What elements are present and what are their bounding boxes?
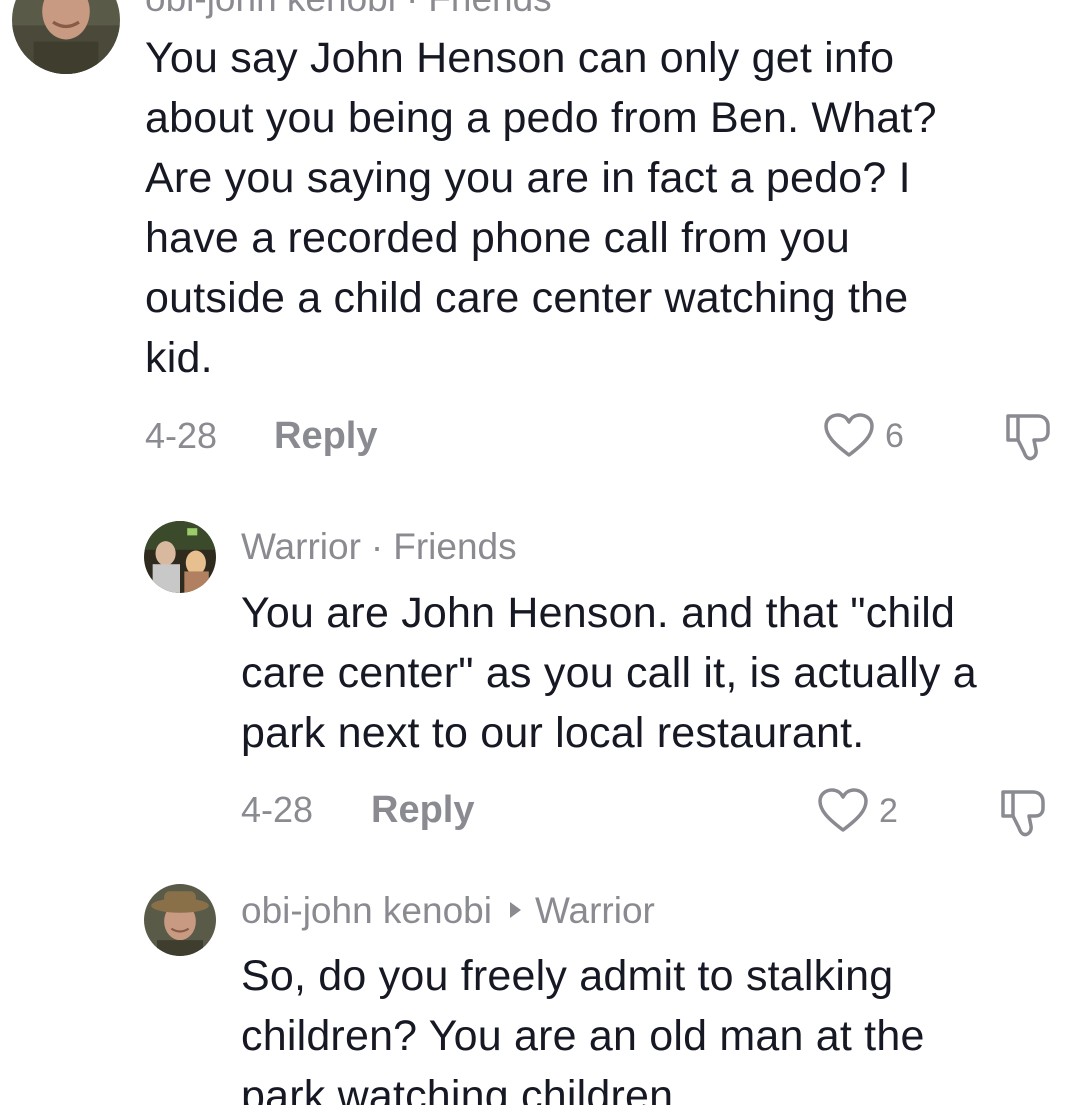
dislike-button[interactable] <box>1002 410 1054 462</box>
comment-text-line: kid. <box>145 334 213 382</box>
like-count: 6 <box>885 417 904 455</box>
separator-dot: · <box>396 0 428 19</box>
like-count: 2 <box>879 792 898 830</box>
comment-text-line: Are you saying you are in fact a pedo? I <box>145 154 911 202</box>
heart-outline-icon <box>818 788 868 832</box>
comment-date: 4-28 <box>145 415 218 456</box>
comment-item: obi-john kenobi·Friends You say John Hen… <box>0 0 1070 480</box>
comment-date: 4-28 <box>241 789 314 830</box>
avatar[interactable] <box>144 884 216 956</box>
separator-dot: · <box>370 526 384 567</box>
thumbs-down-icon <box>1001 790 1045 837</box>
comment-author-line: obi-john kenobi Warrior <box>241 892 655 929</box>
comment-relation: Friends <box>428 0 551 19</box>
comment-text-line: So, do you freely admit to stalking <box>241 952 894 1000</box>
comment-text-line: outside a child care center watching the <box>145 274 909 322</box>
comment-text-line: care center" as you call it, is actually… <box>241 649 977 697</box>
like-button[interactable]: 6 <box>823 413 904 459</box>
comment-author-line: obi-john kenobi·Friends <box>145 0 552 17</box>
avatar-image <box>144 884 216 956</box>
comment-text: You are John Henson. and that "child car… <box>241 583 1061 763</box>
comment-text-line: park next to our local restaurant. <box>241 709 865 757</box>
comment-text-line: You say John Henson can only get info <box>145 34 895 82</box>
comment-text-line: park watching children <box>241 1072 674 1105</box>
reply-button[interactable]: Reply <box>371 791 474 829</box>
comment-text: You say John Henson can only get info ab… <box>145 28 1045 388</box>
avatar[interactable] <box>12 0 120 74</box>
reply-button[interactable]: Reply <box>274 417 377 455</box>
dislike-button[interactable] <box>997 786 1049 838</box>
avatar-image <box>144 521 216 593</box>
comment-text: So, do you freely admit to stalking chil… <box>241 946 1061 1105</box>
comment-author[interactable]: obi-john kenobi <box>241 890 492 931</box>
reply-to-author[interactable]: Warrior <box>535 890 655 931</box>
heart-outline-icon <box>824 413 874 457</box>
triangle-right-icon <box>509 902 521 918</box>
comment-text-line: about you being a pedo from Ben. What? <box>145 94 937 142</box>
comment-author-line: Warrior · Friends <box>241 528 517 565</box>
comment-thread: obi-john kenobi·Friends You say John Hen… <box>0 0 1070 1105</box>
reply-comment-item: obi-john kenobi Warrior So, do you freely… <box>0 870 1070 1105</box>
reply-comment-item: Warrior · Friends You are John Henson. and… <box>0 500 1070 860</box>
comment-text-line: have a recorded phone call from you <box>145 214 850 262</box>
avatar[interactable] <box>144 521 216 593</box>
like-button[interactable]: 2 <box>817 788 898 834</box>
comment-author[interactable]: obi-john kenobi <box>145 0 396 19</box>
thumbs-down-icon <box>1006 414 1050 461</box>
avatar-image <box>12 0 120 74</box>
comment-relation: Friends <box>393 526 517 567</box>
comment-author[interactable]: Warrior <box>241 526 361 567</box>
comment-text-line: You are John Henson. and that "child <box>241 589 956 637</box>
comment-text-line: children? You are an old man at the <box>241 1012 925 1060</box>
